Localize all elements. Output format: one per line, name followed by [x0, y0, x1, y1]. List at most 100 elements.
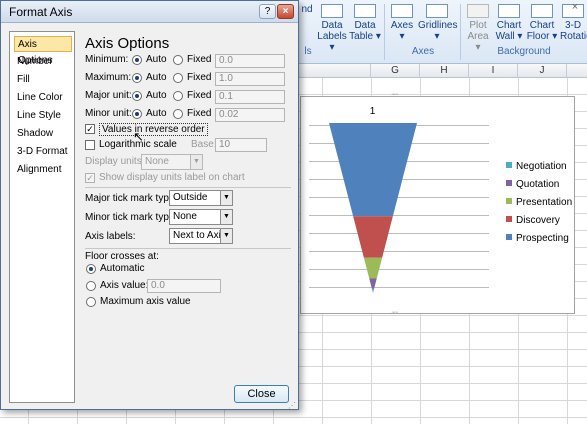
- legend-swatch: [506, 216, 512, 222]
- major-unit-value-field[interactable]: 0.1: [215, 90, 285, 104]
- funnel-segment-prospecting[interactable]: [329, 123, 417, 217]
- category-list: Axis Options Number Fill Line Color Line…: [9, 31, 75, 403]
- floor-maximum-label: Maximum axis value: [100, 296, 191, 307]
- dropdown-arrow-icon: ▼: [190, 155, 202, 169]
- legend-swatch: [506, 162, 512, 168]
- nav-line-style[interactable]: Line Style: [14, 108, 72, 124]
- values-reverse-label[interactable]: Values in reverse order: [99, 123, 208, 136]
- minimum-label: Minimum:: [85, 54, 129, 65]
- dropdown-arrow-icon: ▼: [220, 191, 232, 205]
- minimum-auto-radio[interactable]: [132, 55, 142, 65]
- major-tick-select[interactable]: Outside ▼: [169, 190, 233, 206]
- legend-item-presentation[interactable]: Presentation: [506, 197, 572, 209]
- minor-unit-auto-radio[interactable]: [132, 109, 142, 119]
- floor-axis-value-field[interactable]: 0.0: [147, 279, 221, 293]
- nav-number[interactable]: Number: [14, 54, 72, 70]
- minor-tick-label: Minor tick mark type:: [85, 212, 178, 223]
- display-units-label: Display units:: [85, 156, 145, 167]
- plot-area-icon: [467, 4, 489, 18]
- minimum-value-field[interactable]: 0.0: [215, 54, 285, 68]
- column-header[interactable]: [322, 64, 371, 78]
- minimum-fixed-radio[interactable]: [173, 55, 183, 65]
- format-axis-dialog: Format Axis ? × Axis Options Number Fill…: [0, 0, 299, 410]
- chart-resize-handle[interactable]: ·····: [391, 91, 399, 98]
- resize-grip-icon[interactable]: ⋰: [288, 401, 296, 410]
- maximum-auto-label: Auto: [146, 72, 167, 83]
- floor-axis-value-label: Axis value:: [100, 280, 149, 291]
- minor-unit-fixed-radio[interactable]: [173, 109, 183, 119]
- major-tick-label: Major tick mark type:: [85, 193, 178, 204]
- floor-maximum-radio[interactable]: [86, 297, 96, 307]
- legend-item-quotation[interactable]: Quotation: [506, 179, 559, 191]
- panel-title: Axis Options: [85, 35, 170, 52]
- legend-item-prospecting[interactable]: Prospecting: [506, 233, 569, 245]
- minimum-fixed-label: Fixed: [187, 54, 212, 65]
- close-icon[interactable]: ×: [277, 4, 294, 19]
- floor-crosses-heading: Floor crosses at:: [85, 251, 159, 262]
- floor-axis-value-radio[interactable]: [86, 281, 96, 291]
- dialog-title-bar[interactable]: Format Axis ? ×: [1, 1, 298, 23]
- minimum-auto-label: Auto: [146, 54, 167, 65]
- axes-button[interactable]: Axes ▾: [388, 4, 416, 44]
- plot-area-button[interactable]: Plot Area ▾: [464, 4, 492, 53]
- floor-automatic-radio[interactable]: [86, 264, 96, 274]
- funnel-segment-negotiation[interactable]: [371, 288, 375, 293]
- funnel-plot[interactable]: [323, 121, 423, 301]
- legend-item-discovery[interactable]: Discovery: [506, 215, 560, 227]
- separator: [85, 248, 291, 249]
- data-table-icon: [354, 4, 376, 18]
- values-reverse-checkbox[interactable]: ✓: [85, 124, 95, 134]
- funnel-segment-discovery[interactable]: [353, 216, 393, 258]
- nav-line-color[interactable]: Line Color: [14, 90, 72, 106]
- data-table-button[interactable]: Data Table ▾: [348, 4, 382, 44]
- maximum-fixed-radio[interactable]: [173, 73, 183, 83]
- lines-button[interactable]: nd: [300, 4, 314, 44]
- nav-3d-format[interactable]: 3-D Format: [14, 144, 72, 160]
- major-unit-fixed-radio[interactable]: [173, 91, 183, 101]
- data-labels-button[interactable]: Data Labels ▾: [316, 4, 348, 53]
- minor-tick-select[interactable]: None ▼: [169, 209, 233, 225]
- legend-swatch: [506, 234, 512, 240]
- app-close-icon[interactable]: ×: [565, 0, 585, 14]
- maximum-label: Maximum:: [85, 72, 132, 83]
- column-header-k[interactable]: K: [567, 64, 587, 78]
- funnel-segment-presentation[interactable]: [363, 257, 383, 279]
- nav-axis-options[interactable]: Axis Options: [14, 36, 72, 66]
- funnel-chart[interactable]: ····· ····· 1 Negotiation Quotation Pres…: [300, 91, 575, 316]
- base-value-field[interactable]: 10: [215, 138, 267, 152]
- display-units-select[interactable]: None ▼: [141, 154, 203, 170]
- major-unit-auto-radio[interactable]: [132, 91, 142, 101]
- funnel-segment-quotation[interactable]: [369, 278, 377, 289]
- dropdown-arrow-icon: ▼: [220, 210, 232, 224]
- dropdown-arrow-icon: ▼: [220, 229, 232, 243]
- chart-floor-button[interactable]: Chart Floor ▾: [526, 4, 558, 44]
- column-header-h[interactable]: H: [420, 64, 469, 78]
- column-header-j[interactable]: J: [518, 64, 567, 78]
- nav-alignment[interactable]: Alignment: [14, 162, 72, 178]
- help-button[interactable]: ?: [259, 4, 276, 19]
- maximum-auto-radio[interactable]: [132, 73, 142, 83]
- ribbon-separator: [384, 4, 385, 60]
- gridlines-button[interactable]: Gridlines ▾: [418, 4, 457, 44]
- axis-labels-select[interactable]: Next to Axis ▼: [169, 228, 233, 244]
- chart-resize-handle[interactable]: ·····: [391, 309, 399, 316]
- column-header-g[interactable]: G: [371, 64, 420, 78]
- axes-icon: [391, 4, 413, 18]
- close-button[interactable]: Close: [234, 385, 289, 403]
- column-header-i[interactable]: I: [469, 64, 518, 78]
- axis-options-panel: Axis Options Minimum: Auto Fixed 0.0 Max…: [81, 31, 293, 383]
- base-label: Base:: [191, 139, 217, 150]
- data-labels-icon: [321, 4, 343, 18]
- nav-fill[interactable]: Fill: [14, 72, 72, 88]
- minor-unit-fixed-label: Fixed: [187, 108, 212, 119]
- legend-swatch: [506, 198, 512, 204]
- minor-unit-value-field[interactable]: 0.02: [215, 108, 285, 122]
- maximum-value-field[interactable]: 1.0: [215, 72, 285, 86]
- show-units-label-checkbox[interactable]: ✓: [85, 173, 95, 183]
- legend-item-negotiation[interactable]: Negotiation: [506, 161, 567, 173]
- chart-wall-button[interactable]: Chart Wall ▾: [494, 4, 524, 44]
- log-scale-checkbox[interactable]: [85, 140, 95, 150]
- chart-wall-icon: [498, 4, 520, 18]
- chart-category-label: 1: [369, 106, 376, 117]
- nav-shadow[interactable]: Shadow: [14, 126, 72, 142]
